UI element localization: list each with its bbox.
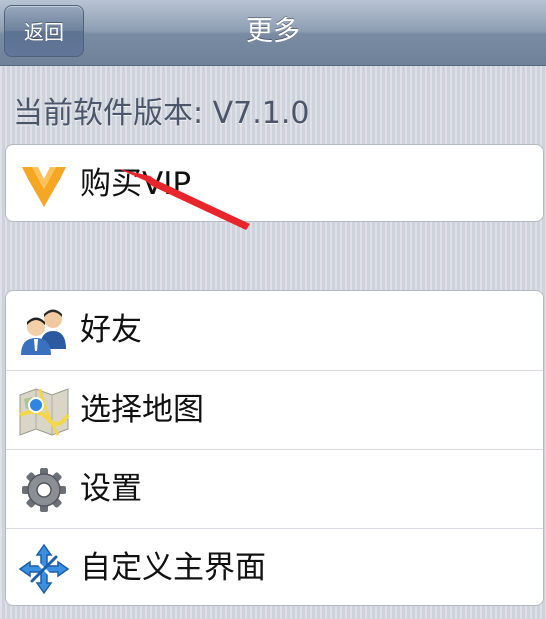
menu-item-label: 好友 [80,312,142,348]
menu-item-customize-home[interactable]: 自定义主界面 [6,528,543,605]
menu-item-friends[interactable]: 好友 [6,291,543,370]
customize-arrows-icon [18,543,70,595]
menu-item-select-map[interactable]: 选择地图 [6,370,543,449]
buy-vip-row[interactable]: 购买VIP [6,145,543,221]
back-button[interactable]: 返回 [4,5,84,57]
version-label: 当前软件版本: V7.1.0 [13,96,310,131]
map-icon [18,385,70,437]
menu-item-label: 设置 [80,471,142,507]
buy-vip-label: 购买VIP [80,166,192,202]
menu-item-label: 选择地图 [80,392,204,428]
menu-item-settings[interactable]: 设置 [6,449,543,528]
friends-icon [18,305,70,357]
navigation-bar: 返回 更多 [0,0,546,66]
menu-item-label: 自定义主界面 [80,550,266,586]
menu-group: 好友 选择地图 设置 自定义主界面 [5,290,544,606]
vip-diamond-icon [18,159,70,211]
vip-group: 购买VIP [5,144,544,222]
gear-icon [18,464,70,516]
